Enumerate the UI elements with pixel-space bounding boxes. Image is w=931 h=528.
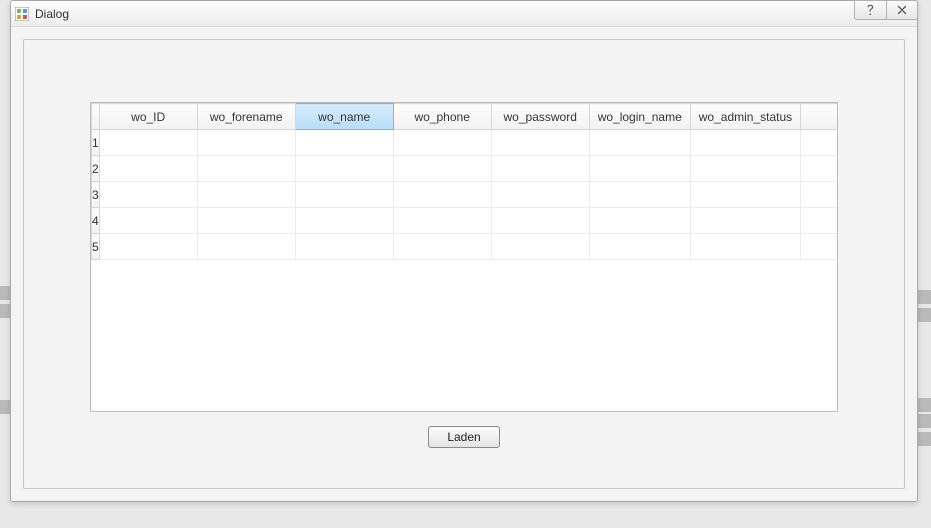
table-cell[interactable] xyxy=(589,156,690,182)
row-header[interactable]: 1 xyxy=(92,130,100,156)
table-cell[interactable] xyxy=(801,182,838,208)
title-bar[interactable]: Dialog xyxy=(11,1,917,27)
table-row[interactable]: 3 xyxy=(92,182,839,208)
table-cell[interactable] xyxy=(295,130,393,156)
dialog-window: Dialog wo_IDwo_forenamewo_namewo_phonewo… xyxy=(10,0,918,502)
window-controls xyxy=(854,0,918,20)
table-row[interactable]: 1 xyxy=(92,130,839,156)
table-cell[interactable] xyxy=(295,156,393,182)
column-header[interactable]: wo_admin_status xyxy=(690,104,800,130)
table-row[interactable]: 5 xyxy=(92,234,839,260)
table-cell[interactable] xyxy=(99,130,197,156)
table-cell[interactable] xyxy=(393,156,491,182)
table-cell[interactable] xyxy=(801,156,838,182)
row-header[interactable]: 3 xyxy=(92,182,100,208)
table-cell[interactable] xyxy=(589,182,690,208)
table-cell[interactable] xyxy=(99,156,197,182)
dialog-body: wo_IDwo_forenamewo_namewo_phonewo_passwo… xyxy=(23,39,905,489)
table-cell[interactable] xyxy=(393,208,491,234)
table-corner-cell[interactable] xyxy=(92,104,100,130)
table-cell[interactable] xyxy=(393,234,491,260)
table-cell[interactable] xyxy=(690,130,800,156)
table-cell[interactable] xyxy=(99,234,197,260)
table-cell[interactable] xyxy=(393,182,491,208)
column-header[interactable]: wo_ID xyxy=(99,104,197,130)
table-cell[interactable] xyxy=(197,208,295,234)
table-cell[interactable] xyxy=(295,182,393,208)
column-header[interactable]: wo_forename xyxy=(197,104,295,130)
column-header[interactable]: wo_login_name xyxy=(589,104,690,130)
table-row[interactable]: 2 xyxy=(92,156,839,182)
column-header-empty xyxy=(801,104,838,130)
button-row: Laden xyxy=(90,426,838,448)
table-cell[interactable] xyxy=(197,182,295,208)
table-cell[interactable] xyxy=(491,130,589,156)
table-cell[interactable] xyxy=(801,234,838,260)
table-cell[interactable] xyxy=(690,182,800,208)
table-cell[interactable] xyxy=(491,208,589,234)
table-cell[interactable] xyxy=(491,182,589,208)
table-cell[interactable] xyxy=(690,234,800,260)
help-button[interactable] xyxy=(854,0,886,20)
table-cell[interactable] xyxy=(99,182,197,208)
table-cell[interactable] xyxy=(491,234,589,260)
table-cell[interactable] xyxy=(393,130,491,156)
column-header[interactable]: wo_password xyxy=(491,104,589,130)
table-cell[interactable] xyxy=(690,156,800,182)
table-cell[interactable] xyxy=(295,208,393,234)
table-cell[interactable] xyxy=(589,208,690,234)
row-header[interactable]: 5 xyxy=(92,234,100,260)
data-table[interactable]: wo_IDwo_forenamewo_namewo_phonewo_passwo… xyxy=(90,102,838,412)
table-row[interactable]: 4 xyxy=(92,208,839,234)
row-header[interactable]: 2 xyxy=(92,156,100,182)
table-cell[interactable] xyxy=(589,234,690,260)
load-button[interactable]: Laden xyxy=(428,426,499,448)
table-cell[interactable] xyxy=(801,130,838,156)
table-cell[interactable] xyxy=(589,130,690,156)
column-header[interactable]: wo_phone xyxy=(393,104,491,130)
close-button[interactable] xyxy=(886,0,918,20)
table-cell[interactable] xyxy=(197,130,295,156)
app-icon xyxy=(15,7,29,21)
window-title: Dialog xyxy=(35,7,69,21)
table-cell[interactable] xyxy=(801,208,838,234)
table-cell[interactable] xyxy=(491,156,589,182)
table-cell[interactable] xyxy=(295,234,393,260)
table-cell[interactable] xyxy=(690,208,800,234)
column-header[interactable]: wo_name xyxy=(295,104,393,130)
table-cell[interactable] xyxy=(197,234,295,260)
row-header[interactable]: 4 xyxy=(92,208,100,234)
table-cell[interactable] xyxy=(99,208,197,234)
table-cell[interactable] xyxy=(197,156,295,182)
